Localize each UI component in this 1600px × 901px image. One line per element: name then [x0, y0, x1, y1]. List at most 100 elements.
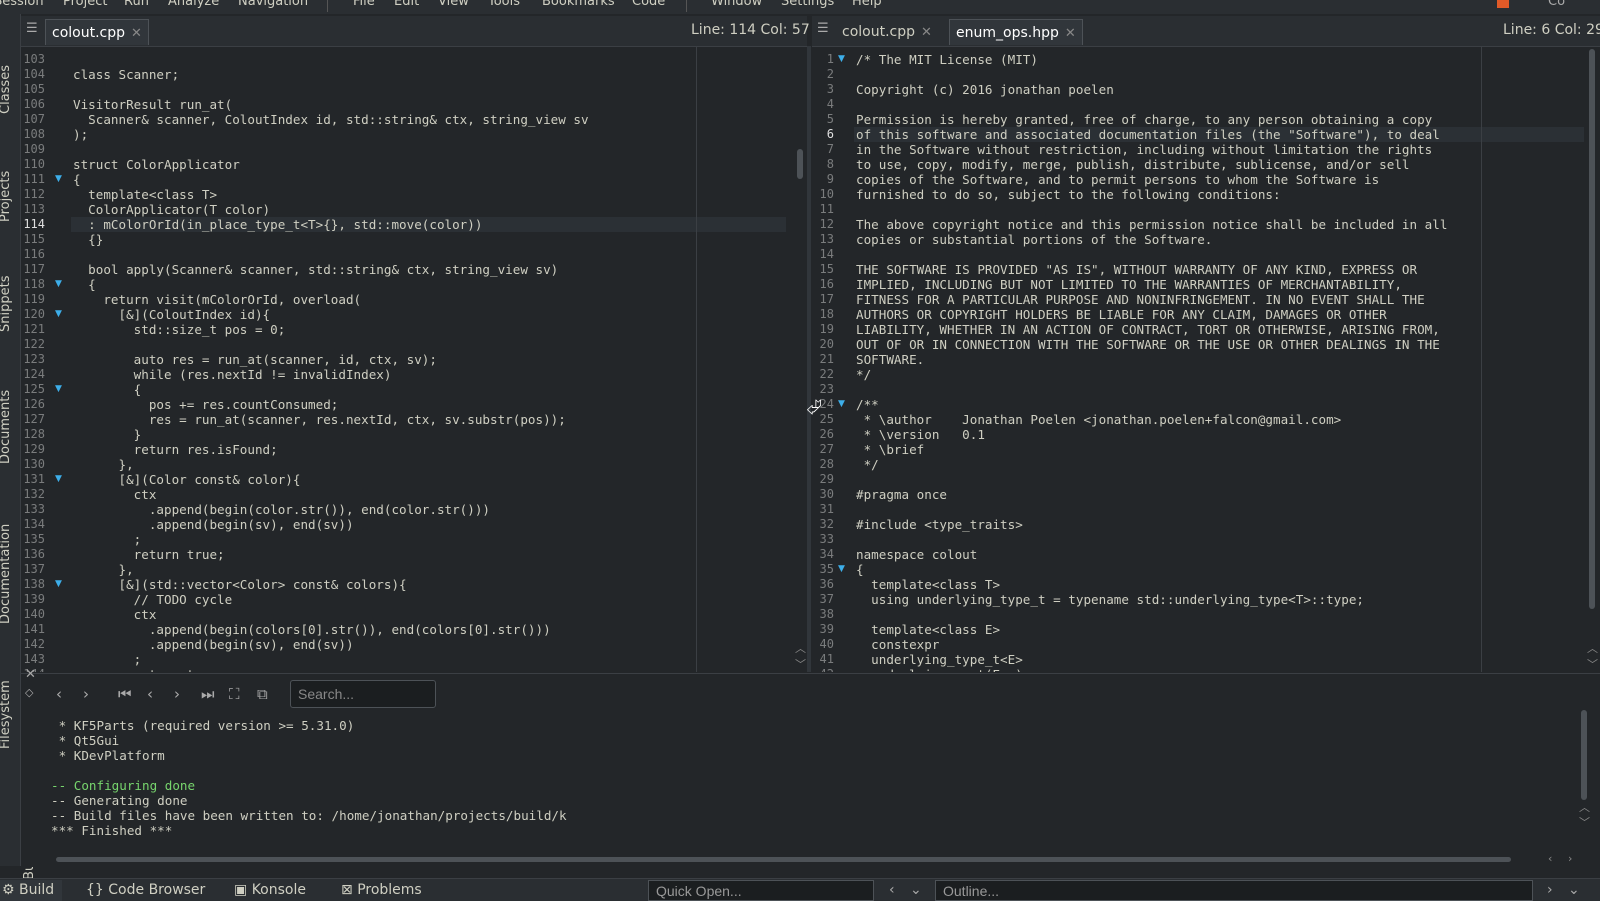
scrollbar-thumb[interactable]	[1589, 49, 1595, 609]
forward-icon[interactable]: ›	[1547, 880, 1553, 901]
chevron-down-icon[interactable]: ⌄	[910, 880, 922, 901]
menu-bookmarks[interactable]: Bookmarks	[542, 0, 615, 9]
code-line: /* The MIT License (MIT)	[856, 52, 1038, 67]
line-number: 21	[819, 352, 834, 366]
select-all-icon[interactable]: ⛶	[229, 685, 240, 703]
previous-item-icon[interactable]: ‹	[147, 685, 153, 703]
toolview-classes[interactable]: Classes	[0, 65, 13, 114]
toolview-documentation[interactable]: Documentation	[0, 524, 13, 624]
back-icon[interactable]: ‹	[56, 685, 62, 703]
line-number: 108	[23, 127, 45, 141]
menu-edit[interactable]: Edit	[394, 0, 419, 9]
menu-help[interactable]: Help	[852, 0, 882, 9]
menu-navigation[interactable]: Navigation	[238, 0, 308, 9]
vertical-scrollbar[interactable]: ︿ ﹀	[1587, 47, 1598, 672]
close-icon[interactable]: ✕	[131, 26, 142, 41]
back-icon[interactable]: ‹	[889, 880, 895, 901]
menu-analyze[interactable]: Analyze	[168, 0, 219, 9]
outline-input[interactable]	[935, 880, 1533, 901]
output-line: -- Build files have been written to: /ho…	[51, 808, 567, 823]
menu-run[interactable]: Run	[124, 0, 149, 9]
last-item-icon[interactable]: ⏭	[201, 685, 215, 703]
tab-konsole-label: Konsole	[251, 882, 306, 898]
line-number-gutter: 1 ▼ 2 3 4 5 6 7 8 9 10 11 12 13 14 15 16 17 18 19 20 21 22 23 24…	[812, 47, 852, 672]
code-line: // TODO cycle	[73, 592, 233, 607]
close-icon[interactable]: ✕	[921, 25, 932, 40]
tab-problems[interactable]: ⊠ Problems	[341, 880, 422, 901]
toolview-documents[interactable]: Documents	[0, 390, 13, 464]
menu-view[interactable]: View	[438, 0, 469, 9]
first-item-icon[interactable]: ⏮	[118, 685, 132, 703]
scroll-down-icon[interactable]: ﹀	[1579, 814, 1590, 830]
output-line: * KF5Parts (required version >= 5.31.0)	[51, 718, 355, 733]
cursor-position: Line: 114 Col: 57	[691, 22, 810, 38]
vertical-scrollbar[interactable]: ︿ ﹀	[795, 47, 806, 672]
editor-splitter[interactable]	[807, 46, 811, 672]
tab-enum-ops-hpp[interactable]: enum_ops.hpp ✕	[949, 19, 1083, 45]
scroll-right-icon[interactable]: ›	[1568, 852, 1572, 865]
scroll-up-icon[interactable]: ︿	[1587, 640, 1598, 656]
copy-icon[interactable]: ⧉	[257, 685, 268, 703]
tab-colout-cpp[interactable]: colout.cpp ✕	[45, 19, 149, 45]
output-search-input[interactable]	[290, 680, 436, 708]
code-area[interactable]: class Scanner; VisitorResult run_at( Scan…	[71, 47, 786, 672]
toolview-projects[interactable]: Projects	[0, 171, 13, 222]
menu-code-right[interactable]: Co	[1548, 0, 1565, 9]
menu-separator	[327, 0, 328, 12]
code-line: class Scanner;	[73, 67, 180, 82]
next-item-icon[interactable]: ›	[174, 685, 180, 703]
line-number: 134	[23, 517, 45, 531]
menu-window[interactable]: Window	[711, 0, 762, 9]
fold-arrow-icon[interactable]: ▼	[55, 577, 62, 592]
forward-icon[interactable]: ›	[83, 685, 89, 703]
tab-konsole[interactable]: ▣ Konsole	[234, 880, 306, 901]
scroll-up-icon[interactable]: ︿	[1579, 799, 1590, 815]
line-number: 39	[819, 622, 834, 636]
menu-file[interactable]: File	[353, 0, 375, 9]
line-number: 135	[23, 532, 45, 546]
output-scrollbar-thumb[interactable]	[1581, 710, 1587, 800]
code-line: std::size_t pos = 0;	[73, 322, 286, 337]
tab-colout-cpp[interactable]: colout.cpp ✕	[836, 19, 938, 45]
menu-settings[interactable]: Settings	[781, 0, 834, 9]
scroll-left-icon[interactable]: ‹	[1548, 852, 1552, 865]
code-area[interactable]: /* The MIT License (MIT) Copyright (c) 20…	[854, 47, 1584, 672]
fold-arrow-icon[interactable]: ▼	[55, 307, 62, 322]
mouse-cursor-icon: ⮰	[806, 395, 822, 419]
document-list-icon[interactable]: ☰	[26, 21, 38, 36]
fold-arrow-icon[interactable]: ▼	[838, 562, 845, 577]
line-number: 16	[819, 277, 834, 291]
fold-arrow-icon[interactable]: ▼	[55, 277, 62, 292]
code-line: of this software and associated document…	[856, 127, 1440, 142]
line-number: 22	[819, 367, 834, 381]
document-list-icon[interactable]: ☰	[817, 21, 829, 36]
fold-arrow-icon[interactable]: ▼	[55, 382, 62, 397]
code-line: IMPLIED, INCLUDING BUT NOT LIMITED TO TH…	[856, 277, 1402, 292]
fold-arrow-icon[interactable]: ▼	[838, 397, 845, 412]
quick-open-input[interactable]	[648, 880, 874, 901]
fold-arrow-icon[interactable]: ▼	[55, 172, 62, 187]
tab-build[interactable]: ⚙ Build	[0, 880, 63, 901]
close-icon[interactable]: ✕	[1065, 26, 1076, 41]
output-horizontal-scrollbar[interactable]	[56, 857, 1511, 862]
menu-session[interactable]: Session	[0, 0, 44, 9]
toolview-snippets[interactable]: Snippets	[0, 276, 13, 332]
code-line: return res.isFound;	[73, 442, 278, 457]
chevron-down-icon[interactable]: ⌄	[1568, 880, 1580, 901]
toolview-filesystem[interactable]: Filesystem	[0, 680, 13, 749]
panel-menu-icon[interactable]: ◇	[25, 686, 33, 699]
close-panel-icon[interactable]: ✕	[25, 667, 36, 682]
build-output-text[interactable]: * KF5Parts (required version >= 5.31.0) …	[51, 718, 1581, 838]
menu-tools[interactable]: Tools	[488, 0, 520, 9]
scroll-down-icon[interactable]: ﹀	[1587, 656, 1598, 672]
scroll-up-icon[interactable]: ︿	[795, 640, 806, 656]
code-line: constexpr	[856, 637, 940, 652]
fold-arrow-icon[interactable]: ▼	[838, 52, 845, 67]
tab-code-browser[interactable]: {} Code Browser	[86, 880, 205, 901]
code-line: bool apply(Scanner& scanner, std::string…	[73, 262, 559, 277]
menu-project[interactable]: Project	[63, 0, 107, 9]
scroll-down-icon[interactable]: ﹀	[795, 656, 806, 672]
menu-code[interactable]: Code	[632, 0, 665, 9]
fold-arrow-icon[interactable]: ▼	[55, 472, 62, 487]
scrollbar-thumb[interactable]	[797, 149, 803, 179]
